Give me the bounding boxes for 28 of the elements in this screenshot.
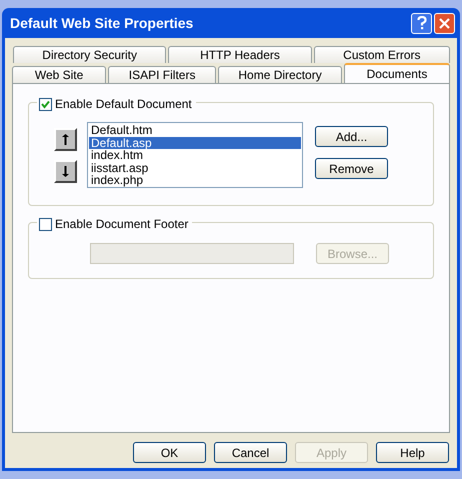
add-button[interactable]: Add... (315, 126, 388, 147)
checkbox[interactable] (39, 218, 52, 230)
list-item[interactable]: iisstart.asp (89, 162, 301, 174)
list-item[interactable]: Default.asp (89, 136, 301, 150)
up-arrow-icon (62, 134, 69, 145)
help-icon[interactable] (411, 12, 432, 34)
move-up-button[interactable] (54, 128, 77, 151)
close-icon[interactable] (434, 12, 455, 34)
list-item[interactable]: Default.htm (89, 124, 301, 137)
checkbox[interactable] (39, 98, 52, 110)
tab[interactable]: Web Site (12, 66, 106, 83)
list-item[interactable]: index.php (89, 174, 301, 187)
dialog-button[interactable]: Cancel (214, 442, 287, 463)
tab[interactable]: Home Directory (218, 66, 342, 83)
down-arrow-icon (62, 166, 69, 177)
tab[interactable]: Custom Errors (314, 46, 450, 63)
tab[interactable]: Directory Security (13, 46, 166, 63)
checkbox-label[interactable]: Enable Default Document (55, 95, 192, 113)
list-item[interactable]: index.htm (89, 149, 301, 162)
tab[interactable]: Documents (344, 63, 450, 83)
tab[interactable]: HTTP Headers (168, 46, 312, 63)
remove-button[interactable]: Remove (315, 158, 388, 179)
checkbox-label[interactable]: Enable Document Footer (55, 215, 188, 233)
move-down-button[interactable] (54, 160, 77, 183)
window-title: Default Web Site Properties (10, 14, 194, 33)
dialog-button[interactable]: OK (133, 442, 206, 463)
tab[interactable]: ISAPI Filters (108, 66, 216, 83)
dialog-button[interactable]: Help (376, 442, 449, 463)
